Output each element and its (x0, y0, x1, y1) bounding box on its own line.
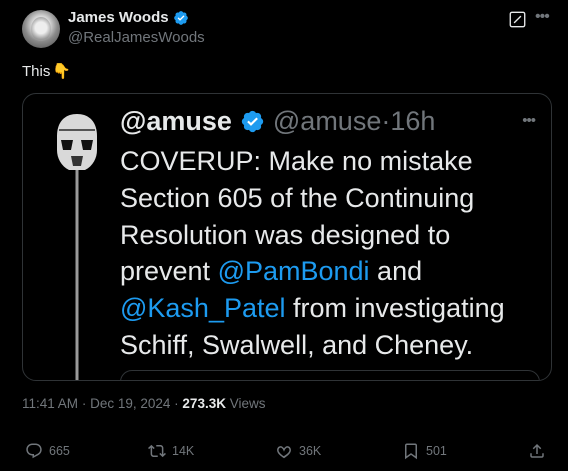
body-text-part: Schiff, Swalwell, and Cheney. (120, 329, 474, 360)
share-button[interactable] (528, 442, 546, 460)
body-text-part: from investigating (285, 293, 505, 324)
body-text-part: prevent (120, 256, 218, 287)
quoted-display-name: @amuse (120, 106, 232, 136)
author-display-name[interactable]: James Woods (68, 9, 169, 26)
body-text-part: Section 605 of the Continuing (120, 182, 475, 213)
repost-button[interactable]: 14K (148, 442, 194, 460)
body-text-part: and (369, 256, 423, 287)
tweet-time[interactable]: 11:41 AM (22, 396, 78, 411)
reply-icon (26, 443, 42, 459)
quoted-body-line: @Kash_Patel from investigating (120, 290, 540, 327)
point-down-icon: 👇 (52, 63, 72, 80)
repost-icon (148, 444, 166, 458)
quoted-embedded-card (120, 370, 540, 380)
tweet-date[interactable]: Dec 19, 2024 (90, 396, 170, 411)
author-avatar[interactable] (22, 10, 60, 48)
quoted-body-line: Resolution was designed to (120, 217, 540, 254)
like-count: 36K (299, 444, 322, 458)
views-label: Views (229, 396, 266, 411)
quoted-handle-time: @amuse·16h (272, 106, 436, 136)
more-icon[interactable]: ••• (535, 8, 550, 26)
quoted-body-text: COVERUP: Make no mistake Section 605 of t… (120, 143, 540, 364)
tweet-text: This 👇 (22, 62, 72, 81)
author-handle[interactable]: @RealJamesWoods (68, 29, 205, 46)
verified-badge-icon (173, 10, 188, 25)
repost-count: 14K (172, 444, 195, 458)
bookmark-button[interactable]: 501 (402, 442, 447, 460)
mention-text: @PamBondi (217, 256, 370, 287)
share-icon (530, 443, 544, 458)
quoted-body-line: COVERUP: Make no mistake (120, 143, 540, 180)
bookmark-icon (405, 443, 417, 460)
body-text-part: Resolution was designed to (120, 219, 451, 250)
author-name-row: James Woods (68, 9, 189, 26)
views-count: 273.3K (182, 396, 226, 411)
mention-text: @Kash_Patel (120, 293, 286, 324)
bookmark-count: 501 (426, 444, 447, 458)
quoted-verified-badge-icon (241, 110, 264, 133)
quoted-screenshot-image[interactable]: @amuse @amuse·16h ••• COVERUP: Make no m… (22, 93, 552, 381)
reply-count: 665 (49, 444, 70, 458)
quoted-body-line: Section 605 of the Continuing (120, 180, 540, 217)
quoted-body-line: Schiff, Swalwell, and Cheney. (120, 327, 540, 364)
reply-button[interactable]: 665 (25, 442, 70, 460)
quoted-more-icon: ••• (522, 112, 536, 129)
action-bar: 665 14K 36K 501 (22, 442, 552, 462)
tweet-meta: 11:41 AM · Dec 19, 2024 · 273.3K Views (22, 396, 266, 411)
grok-icon[interactable] (509, 11, 526, 28)
stormtrooper-avatar-image (57, 114, 97, 380)
meta-separator-2: · (174, 396, 179, 411)
quoted-body-line: prevent @PamBondi and (120, 253, 540, 290)
quoted-name-row: @amuse @amuse·16h (120, 106, 435, 137)
meta-separator: · (81, 396, 87, 411)
tweet-body: This (22, 62, 51, 80)
like-button[interactable]: 36K (275, 442, 321, 460)
body-text-part: COVERUP: Make no mistake (120, 146, 473, 176)
like-icon (277, 446, 291, 459)
